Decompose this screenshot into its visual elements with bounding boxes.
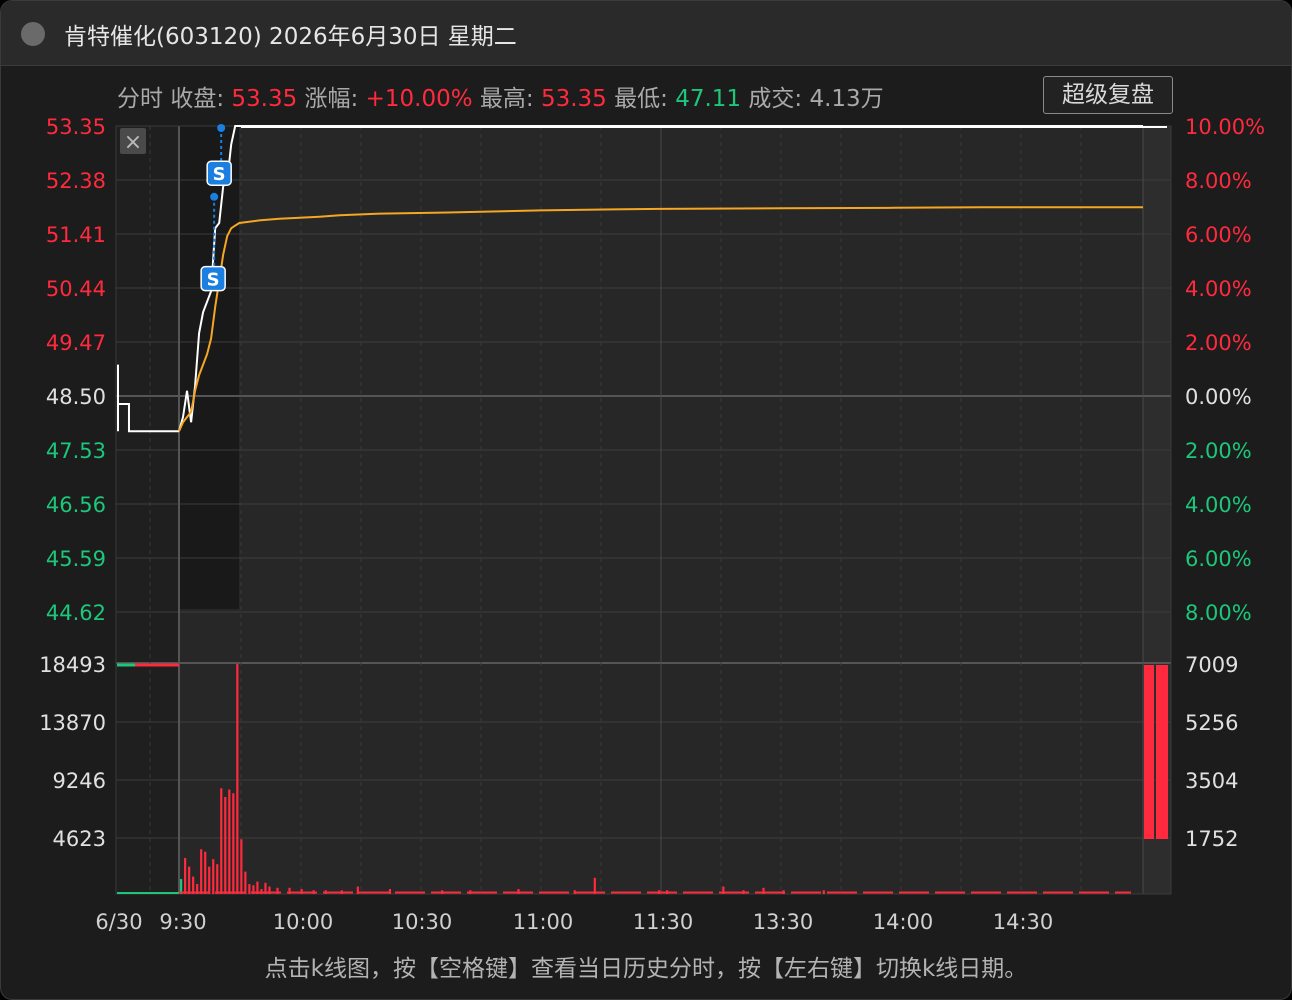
volume-bar [356, 886, 359, 894]
early-session-shade [179, 126, 239, 609]
price-tick-label: 52.38 [46, 169, 106, 193]
closing-auction-volume-bar [1156, 665, 1168, 839]
event-marker-dot [217, 124, 226, 132]
volume-bar [248, 884, 251, 894]
keyboard-hint: 点击k线图，按【空格键】查看当日历史分时，按【左右键】切换k线日期。 [264, 956, 1028, 982]
time-tick-label: 10:00 [273, 910, 334, 934]
percent-tick-label: 6.00% [1185, 547, 1252, 571]
price-tick-label: 46.56 [46, 493, 106, 517]
event-marker: S [200, 265, 226, 292]
volume-bar [200, 849, 203, 894]
volume-bar [204, 851, 207, 894]
volume-bar [240, 839, 243, 894]
percent-tick-label: 2.00% [1185, 439, 1252, 463]
event-marker-label: S [207, 270, 220, 291]
volume-bar [192, 876, 195, 894]
volume-right-tick-label: 5256 [1185, 711, 1238, 735]
event-marker-dot [210, 192, 219, 201]
time-tick-label: 10:30 [392, 910, 453, 934]
volume-bar [220, 788, 223, 894]
volume-bar [188, 866, 191, 894]
percent-tick-label: 4.00% [1185, 277, 1252, 301]
volume-bar [208, 866, 211, 894]
volume-bar [388, 889, 392, 894]
percent-tick-label: 4.00% [1185, 493, 1252, 517]
percent-tick-label: 10.00% [1185, 115, 1265, 139]
time-tick-label: 11:00 [513, 910, 574, 934]
price-tick-label: 53.35 [46, 115, 106, 139]
volume-bar [224, 796, 227, 894]
time-tick-label: 14:30 [993, 910, 1054, 934]
volume-bar [184, 857, 187, 894]
time-tick-label: 14:00 [873, 910, 934, 934]
closing-auction-volume-bar [1144, 665, 1154, 839]
volume-right-tick-label: 1752 [1185, 827, 1238, 851]
volume-bar [216, 864, 219, 894]
intraday-chart[interactable]: 53.35 52.38 51.41 50.44 49.47 48.50 47.53 46.56… [1, 1, 1291, 999]
volume-right-tick-label: 7009 [1185, 653, 1238, 677]
event-marker-label: S [213, 164, 226, 185]
price-tick-label: 45.59 [46, 547, 106, 571]
price-tick-label: 48.50 [46, 385, 106, 409]
price-tick-label: 51.41 [46, 223, 106, 247]
volume-bar [822, 890, 825, 894]
percent-tick-label: 0.00% [1185, 385, 1252, 409]
volume-tick-label: 13870 [39, 711, 106, 735]
price-tick-label: 47.53 [46, 439, 106, 463]
volume-tick-label: 4623 [53, 827, 106, 851]
volume-bar [236, 664, 239, 894]
percent-tick-label: 2.00% [1185, 331, 1252, 355]
time-tick-label: 9:30 [159, 910, 206, 934]
volume-bar [232, 793, 235, 894]
percent-tick-label: 8.00% [1185, 169, 1252, 193]
volume-tick-label: 9246 [53, 769, 106, 793]
price-tick-label: 50.44 [46, 277, 106, 301]
volume-bar [212, 859, 215, 894]
volume-bar [244, 871, 247, 894]
time-tick-label: 13:30 [753, 910, 814, 934]
time-tick-label: 11:30 [633, 910, 694, 934]
event-marker: S [206, 160, 232, 186]
price-tick-label: 44.62 [46, 601, 106, 625]
price-tick-label: 49.47 [46, 331, 106, 355]
percent-tick-label: 6.00% [1185, 223, 1252, 247]
volume-tick-label: 18493 [39, 653, 106, 677]
volume-bar [228, 789, 231, 894]
chart-window: 肯特催化(603120) 2026年6月30日 星期二 分时 收盘: 53.35… [0, 0, 1292, 1000]
time-tick-label: 6/30 [95, 910, 142, 934]
chart-close-icon: × [124, 130, 142, 155]
volume-right-tick-label: 3504 [1185, 769, 1238, 793]
percent-tick-label: 8.00% [1185, 601, 1252, 625]
